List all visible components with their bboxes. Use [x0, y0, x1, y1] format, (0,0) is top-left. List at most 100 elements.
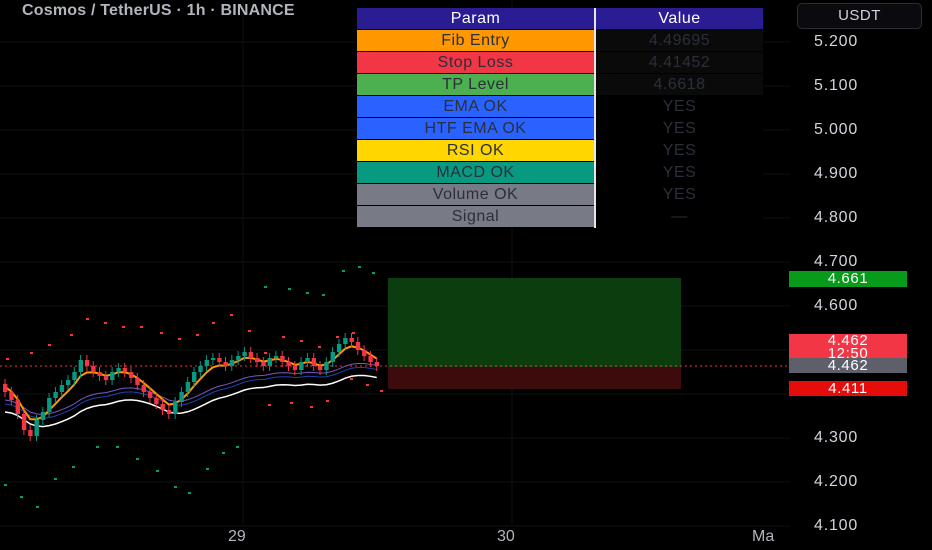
- param-cell: HTF EMA OK: [357, 117, 596, 140]
- candle-body: [173, 402, 178, 414]
- candle-body: [362, 350, 367, 356]
- level-dot: [104, 322, 107, 324]
- level-dot: [310, 406, 313, 408]
- candle-body: [280, 356, 285, 362]
- candle-body: [223, 362, 228, 366]
- candle-body: [343, 338, 348, 344]
- candle-body: [59, 385, 65, 392]
- ema-slow-white-line: [4, 374, 377, 428]
- candle-body: [154, 398, 159, 404]
- candle-body: [72, 372, 77, 380]
- current-price-tag: 4.462 12:50: [789, 333, 907, 361]
- param-cell: MACD OK: [357, 161, 596, 184]
- level-dot: [70, 334, 73, 336]
- time-label: 29: [228, 528, 246, 545]
- level-dot: [290, 402, 293, 404]
- level-dot: [136, 458, 139, 460]
- candle-body: [116, 368, 121, 372]
- level-dot: [122, 326, 125, 328]
- candle-body: [40, 412, 46, 420]
- price-label: 4.100: [814, 517, 859, 534]
- level-dot: [178, 338, 181, 340]
- table-row: EMA OK YES: [357, 95, 763, 118]
- stop-loss-zone: [388, 367, 681, 389]
- price-label: 4.900: [814, 165, 859, 182]
- candle-body: [129, 372, 134, 378]
- candle-body: [267, 358, 272, 366]
- candle-body: [210, 358, 216, 360]
- strategy-table: Param Value Fib Entry 4.49695 Stop Loss 4.4…: [357, 8, 763, 228]
- level-dot: [350, 378, 353, 380]
- candle-body: [166, 410, 172, 414]
- param-cell: RSI OK: [357, 139, 596, 162]
- level-dot: [264, 352, 267, 354]
- candle-body: [103, 376, 109, 380]
- candle-body: [229, 360, 235, 366]
- candle-body: [248, 352, 254, 358]
- candle-body: [292, 366, 298, 370]
- table-row: Volume OK YES: [357, 183, 763, 206]
- level-dot: [206, 468, 209, 470]
- level-dot: [196, 334, 199, 336]
- candle-body: [242, 352, 247, 356]
- price-label: 5.200: [814, 33, 859, 50]
- candle-body: [15, 400, 20, 414]
- candle-body: [273, 356, 279, 358]
- value-cell: YES: [595, 95, 763, 118]
- candle-body: [299, 362, 304, 370]
- level-dot: [30, 352, 33, 354]
- value-cell: YES: [595, 183, 763, 206]
- value-cell: 4.49695: [595, 29, 763, 52]
- param-cell: Volume OK: [357, 183, 596, 206]
- candle-body: [53, 392, 58, 398]
- candle-body: [305, 358, 310, 362]
- level-dot: [318, 346, 321, 348]
- level-dot: [336, 336, 339, 338]
- symbol-title[interactable]: Cosmos / TetherUS · 1h · BINANCE: [22, 2, 295, 20]
- candle-body: [324, 362, 329, 370]
- level-dot: [96, 446, 99, 448]
- param-cell: EMA OK: [357, 95, 596, 118]
- price-label: 4.300: [814, 429, 859, 446]
- candle-body: [141, 385, 146, 392]
- level-dot: [352, 332, 355, 334]
- candle-body: [355, 342, 361, 350]
- value-cell: 4.6618: [595, 73, 763, 96]
- candle-body: [91, 366, 96, 372]
- value-cell: —: [595, 205, 763, 228]
- candle-body: [78, 360, 83, 372]
- currency-button[interactable]: USDT: [797, 3, 922, 29]
- level-dot: [236, 446, 239, 448]
- level-dot: [268, 404, 271, 406]
- candle-body: [179, 392, 184, 402]
- ema-fast-orange-line: [4, 345, 378, 421]
- table-row: Stop Loss 4.41452: [357, 51, 763, 74]
- candle-body: [122, 368, 128, 372]
- table-header: Param Value: [357, 8, 763, 30]
- value-header: Value: [595, 8, 763, 30]
- level-dot: [366, 384, 369, 386]
- candle-body: [84, 360, 90, 366]
- level-dot: [116, 446, 119, 448]
- level-dot: [322, 294, 325, 296]
- level-dot: [288, 288, 291, 290]
- level-dot: [372, 272, 375, 274]
- param-cell: Signal: [357, 205, 596, 228]
- candle-body: [236, 356, 241, 360]
- level-dot: [174, 486, 177, 488]
- candle-body: [97, 372, 102, 376]
- candle-body: [204, 360, 209, 366]
- level-dot: [282, 336, 285, 338]
- value-cell: YES: [595, 139, 763, 162]
- level-dot: [20, 496, 23, 498]
- candle-body: [374, 362, 380, 366]
- price-label: 4.800: [814, 209, 859, 226]
- candle-body: [336, 344, 342, 352]
- level-dot: [222, 452, 225, 454]
- candle-body: [311, 358, 317, 366]
- candle-body: [110, 372, 115, 380]
- candle-body: [261, 362, 266, 366]
- price-label: 5.000: [814, 121, 859, 138]
- candle-body: [330, 352, 335, 362]
- value-cell: 4.41452: [595, 51, 763, 74]
